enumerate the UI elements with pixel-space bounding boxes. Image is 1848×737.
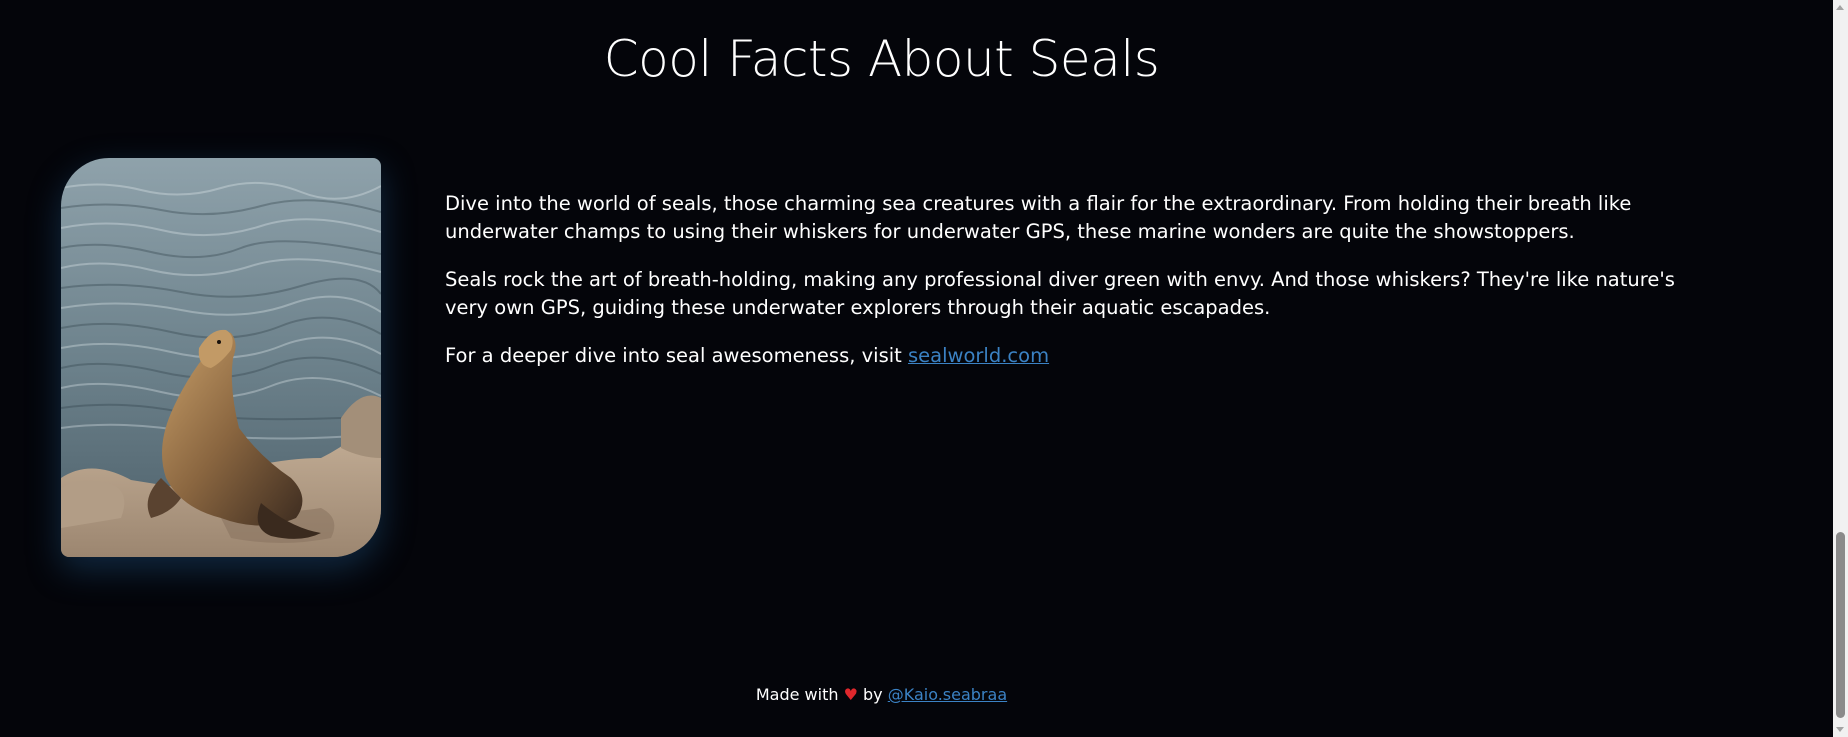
seal-photo bbox=[61, 158, 381, 557]
sealworld-link[interactable]: sealworld.com bbox=[908, 344, 1049, 367]
heart-icon: ♥ bbox=[843, 685, 858, 704]
footer-by: by bbox=[857, 685, 888, 704]
footer: Made with ♥ by @Kaio.seabraa bbox=[0, 685, 1763, 704]
article-content: Dive into the world of seals, those char… bbox=[445, 190, 1715, 390]
scroll-down-arrow-icon[interactable] bbox=[1836, 727, 1844, 732]
page-title: Cool Facts About Seals bbox=[603, 30, 1160, 88]
visit-prefix: For a deeper dive into seal awesomeness,… bbox=[445, 344, 909, 367]
scroll-up-arrow-icon[interactable] bbox=[1836, 5, 1844, 10]
scrollbar-thumb[interactable] bbox=[1836, 532, 1845, 718]
author-link[interactable]: @Kaio.seabraa bbox=[888, 685, 1007, 704]
breath-paragraph: Seals rock the art of breath-holding, ma… bbox=[445, 268, 1675, 319]
intro-paragraph: Dive into the world of seals, those char… bbox=[445, 192, 1632, 243]
page: Cool Facts About Seals Dive into the wor… bbox=[0, 0, 1848, 737]
footer-made-with: Made with bbox=[755, 685, 844, 704]
vertical-scrollbar[interactable] bbox=[1833, 0, 1848, 737]
seal-image bbox=[61, 158, 381, 557]
visit-paragraph: For a deeper dive into seal awesomeness,… bbox=[445, 342, 1715, 370]
